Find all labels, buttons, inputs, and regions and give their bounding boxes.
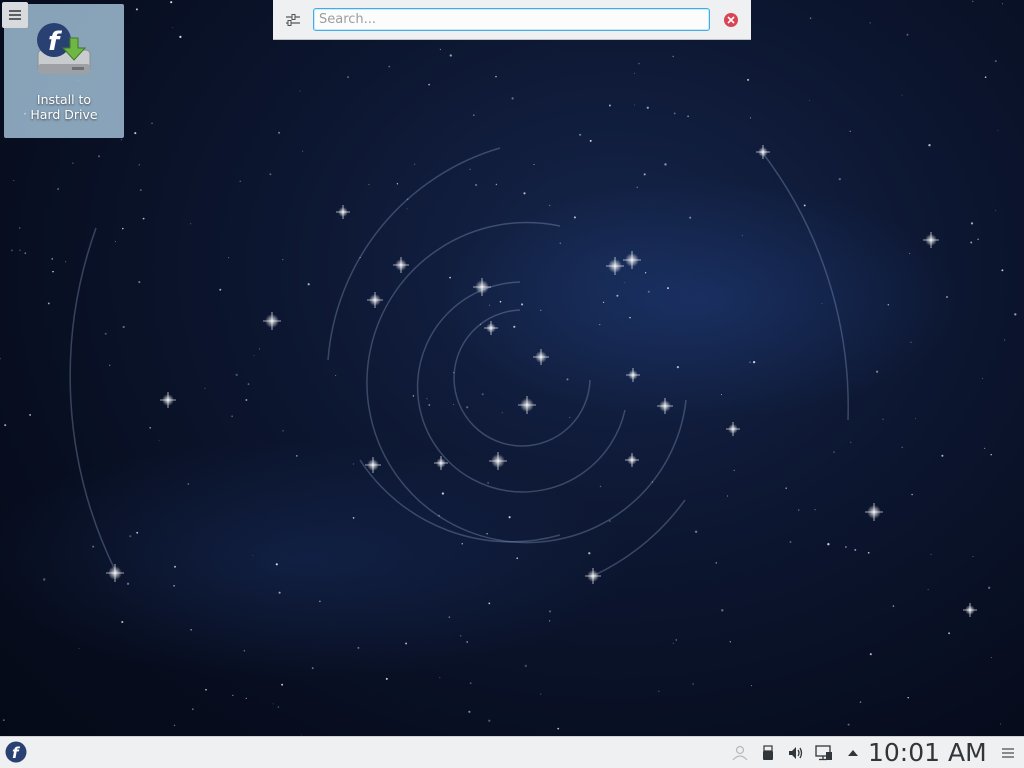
close-icon <box>727 16 735 24</box>
volume-icon[interactable] <box>787 744 805 762</box>
user-switcher-icon[interactable] <box>731 744 749 762</box>
bottom-panel: f 10:01 AM <box>0 736 1024 768</box>
panel-options-icon[interactable] <box>1001 746 1015 760</box>
fedora-logo-icon[interactable]: f <box>5 741 27 763</box>
desktop-icon-label: Install to Hard Drive <box>30 92 98 122</box>
desktop-toolbox-button[interactable] <box>2 2 28 28</box>
hamburger-menu-icon <box>9 10 21 20</box>
close-circle-icon[interactable] <box>724 13 738 27</box>
digital-clock[interactable]: 10:01 AM <box>868 738 987 768</box>
usb-device-icon[interactable] <box>759 744 777 762</box>
expand-arrow-icon[interactable] <box>844 744 862 762</box>
krunner-search-bar <box>273 0 751 40</box>
search-input[interactable] <box>313 8 710 31</box>
desktop-wallpaper <box>0 0 1017 736</box>
fedora-install-drive-icon: f <box>37 23 91 74</box>
configure-sliders-icon[interactable] <box>283 10 303 30</box>
network-icon[interactable] <box>815 744 833 762</box>
